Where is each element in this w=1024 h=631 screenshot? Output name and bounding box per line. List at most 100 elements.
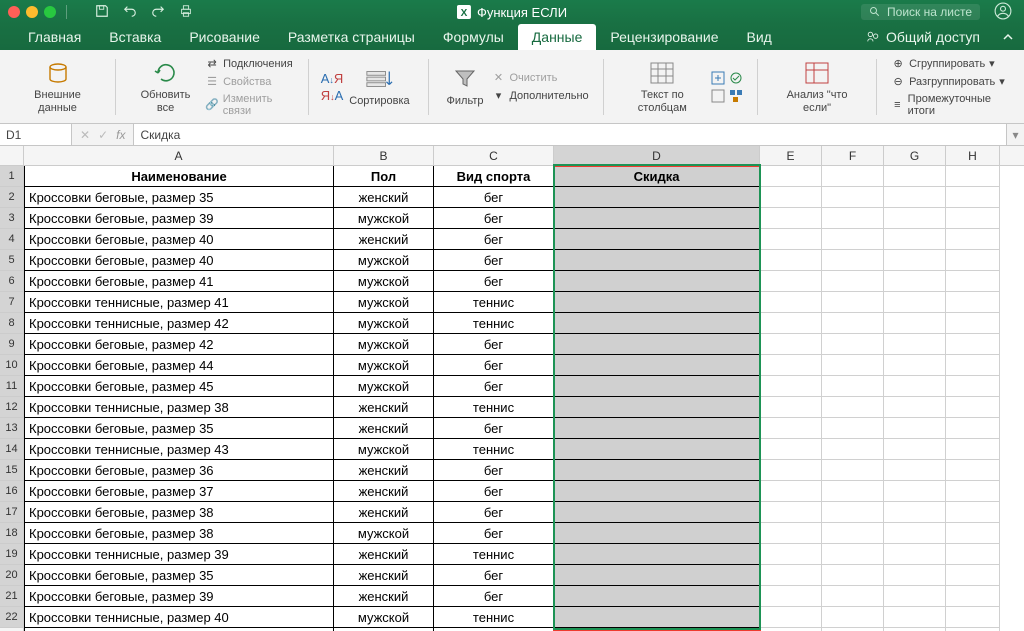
- cell[interactable]: [760, 271, 822, 292]
- row-header[interactable]: 18: [0, 523, 24, 544]
- cell[interactable]: [822, 439, 884, 460]
- col-header-A[interactable]: A: [24, 146, 334, 165]
- cell[interactable]: женский: [334, 544, 434, 565]
- cell[interactable]: [884, 376, 946, 397]
- cell[interactable]: мужской: [334, 292, 434, 313]
- cell[interactable]: Кроссовки теннисные, размер 39: [24, 544, 334, 565]
- cell[interactable]: бег: [434, 250, 554, 271]
- cell[interactable]: [554, 250, 760, 271]
- sort-desc-button[interactable]: Я↓А: [321, 88, 344, 103]
- cell[interactable]: женский: [334, 229, 434, 250]
- cell[interactable]: Кроссовки беговые, размер 35: [24, 418, 334, 439]
- tab-page-layout[interactable]: Разметка страницы: [274, 24, 429, 50]
- cell[interactable]: [946, 544, 1000, 565]
- cell[interactable]: [760, 397, 822, 418]
- cell[interactable]: [822, 376, 884, 397]
- cell[interactable]: [760, 544, 822, 565]
- cell[interactable]: [822, 229, 884, 250]
- cell[interactable]: [884, 418, 946, 439]
- edit-links-button[interactable]: 🔗Изменить связи: [203, 92, 296, 118]
- cell[interactable]: [884, 460, 946, 481]
- cell[interactable]: [822, 502, 884, 523]
- cell[interactable]: [554, 229, 760, 250]
- cell[interactable]: бег: [434, 418, 554, 439]
- cell[interactable]: Кроссовки беговые, размер 39: [24, 208, 334, 229]
- cell[interactable]: мужской: [334, 208, 434, 229]
- cell[interactable]: [554, 208, 760, 229]
- cell[interactable]: Кроссовки беговые, размер 41: [24, 271, 334, 292]
- cell[interactable]: [822, 460, 884, 481]
- cell[interactable]: мужской: [334, 439, 434, 460]
- cell[interactable]: женский: [334, 586, 434, 607]
- collapse-ribbon-icon[interactable]: [992, 24, 1024, 50]
- redo-icon[interactable]: [151, 4, 165, 21]
- cell[interactable]: Кроссовки беговые, размер 38: [24, 523, 334, 544]
- cell[interactable]: теннис: [434, 544, 554, 565]
- cell[interactable]: [946, 523, 1000, 544]
- cell[interactable]: [884, 544, 946, 565]
- cell[interactable]: женский: [334, 460, 434, 481]
- cell[interactable]: [822, 271, 884, 292]
- row-header[interactable]: 21: [0, 586, 24, 607]
- cell[interactable]: [554, 313, 760, 334]
- tab-view[interactable]: Вид: [733, 24, 786, 50]
- cell[interactable]: Кроссовки теннисные, размер 42: [24, 313, 334, 334]
- cell[interactable]: Кроссовки теннисные, размер 40: [24, 607, 334, 628]
- row-header[interactable]: 3: [0, 208, 24, 229]
- cell[interactable]: мужской: [334, 607, 434, 628]
- cell[interactable]: бег: [434, 586, 554, 607]
- confirm-formula-icon[interactable]: ✓: [98, 128, 108, 142]
- cell[interactable]: бег: [434, 523, 554, 544]
- cell[interactable]: [946, 439, 1000, 460]
- cell[interactable]: бег: [434, 565, 554, 586]
- cell[interactable]: [884, 313, 946, 334]
- cell[interactable]: мужской: [334, 313, 434, 334]
- col-header-B[interactable]: B: [334, 146, 434, 165]
- cell[interactable]: [822, 565, 884, 586]
- cell[interactable]: Кроссовки беговые, размер 36: [24, 460, 334, 481]
- cell[interactable]: [946, 481, 1000, 502]
- cell[interactable]: [554, 439, 760, 460]
- undo-icon[interactable]: [123, 4, 137, 21]
- connections-button[interactable]: ⇄Подключения: [203, 56, 296, 72]
- cell[interactable]: [884, 271, 946, 292]
- cell[interactable]: Кроссовки теннисные, размер 41: [24, 292, 334, 313]
- cell[interactable]: теннис: [434, 313, 554, 334]
- print-icon[interactable]: [179, 4, 193, 21]
- cell[interactable]: мужской: [334, 355, 434, 376]
- row-header[interactable]: 17: [0, 502, 24, 523]
- col-header-H[interactable]: H: [946, 146, 1000, 165]
- tab-review[interactable]: Рецензирование: [596, 24, 732, 50]
- cell[interactable]: [822, 355, 884, 376]
- tab-formulas[interactable]: Формулы: [429, 24, 518, 50]
- header-cell[interactable]: Пол: [334, 166, 434, 187]
- cell[interactable]: [760, 166, 822, 187]
- tab-insert[interactable]: Вставка: [95, 24, 175, 50]
- fx-icon[interactable]: fx: [116, 128, 125, 142]
- cell[interactable]: [760, 607, 822, 628]
- cell[interactable]: [822, 607, 884, 628]
- cell[interactable]: мужской: [334, 523, 434, 544]
- cell[interactable]: [822, 544, 884, 565]
- ungroup-button[interactable]: ⊖Разгруппировать ▾: [889, 74, 1012, 90]
- cell[interactable]: Кроссовки беговые, размер 40: [24, 229, 334, 250]
- cell[interactable]: Кроссовки теннисные, размер 38: [24, 397, 334, 418]
- cell[interactable]: [822, 418, 884, 439]
- cell[interactable]: [884, 229, 946, 250]
- row-header[interactable]: 15: [0, 460, 24, 481]
- col-header-F[interactable]: F: [822, 146, 884, 165]
- cell[interactable]: [760, 229, 822, 250]
- cell[interactable]: женский: [334, 397, 434, 418]
- cell[interactable]: [554, 460, 760, 481]
- cell[interactable]: женский: [334, 565, 434, 586]
- cell[interactable]: [946, 334, 1000, 355]
- cell[interactable]: Кроссовки беговые, размер 38: [24, 502, 334, 523]
- cell[interactable]: теннис: [434, 292, 554, 313]
- cell[interactable]: Кроссовки беговые, размер 35: [24, 565, 334, 586]
- cell[interactable]: [554, 586, 760, 607]
- cell[interactable]: [554, 355, 760, 376]
- col-header-G[interactable]: G: [884, 146, 946, 165]
- group-button[interactable]: ⊕Сгруппировать ▾: [889, 56, 1012, 72]
- cell[interactable]: [760, 460, 822, 481]
- cell[interactable]: [946, 607, 1000, 628]
